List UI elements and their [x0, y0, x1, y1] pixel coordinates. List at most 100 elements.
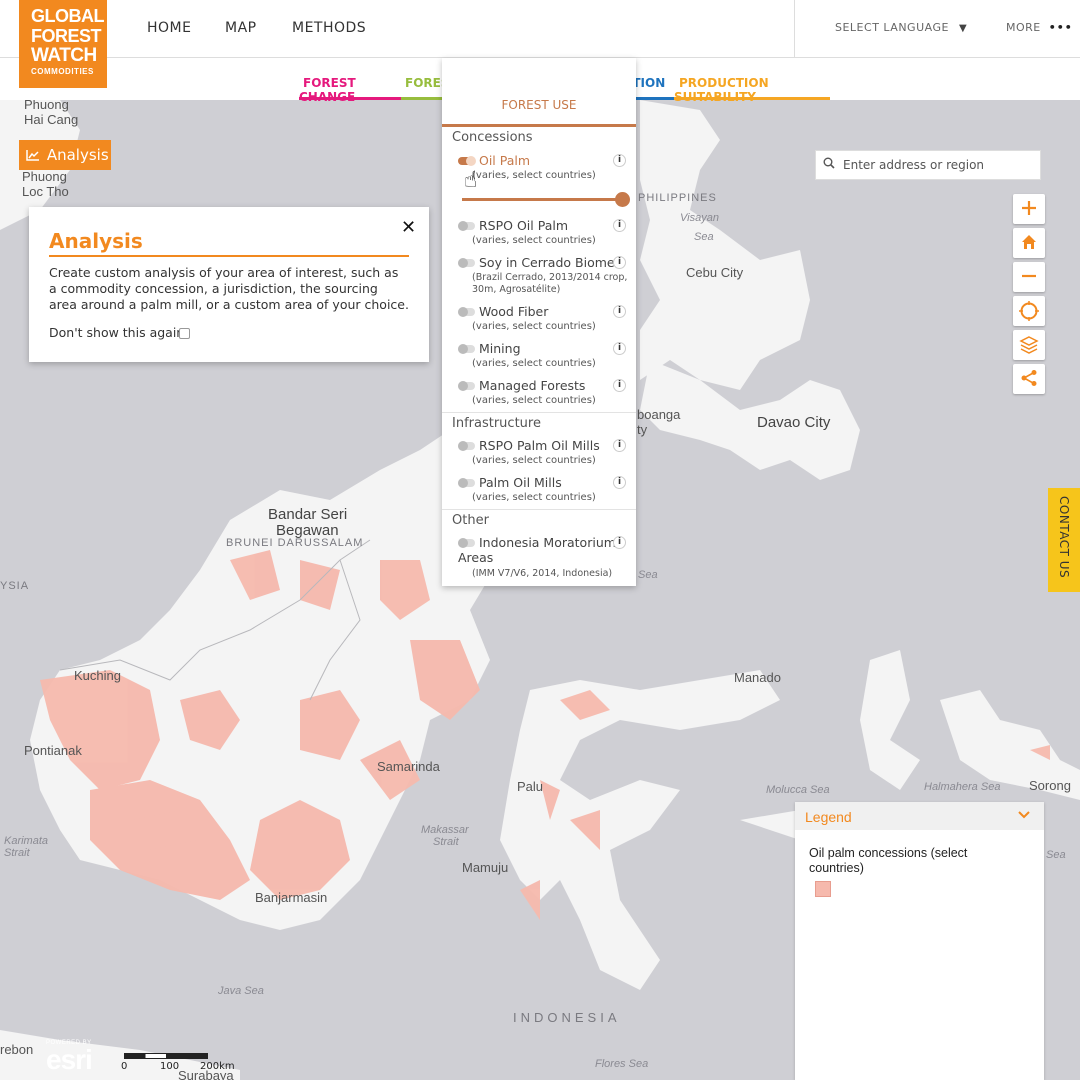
contact-us-tab[interactable]: CONTACT US: [1048, 488, 1080, 592]
layer-mining-name: Mining: [479, 341, 521, 356]
rspo-oil-palm-toggle[interactable]: [458, 221, 475, 231]
zoom-in-button[interactable]: [1013, 194, 1045, 224]
layer-palm-oil-mills[interactable]: Palm Oil Mills (varies, select countries…: [458, 475, 630, 509]
nav-map[interactable]: MAP: [225, 20, 257, 36]
rspo-palm-oil-mills-toggle[interactable]: [458, 441, 475, 451]
opacity-slider-handle[interactable]: [615, 192, 630, 207]
map-label-zamboanga: boanga ty: [637, 407, 681, 437]
map-label-molucca: Molucca Sea: [766, 784, 830, 796]
info-icon[interactable]: i: [613, 342, 626, 355]
managed-forests-toggle[interactable]: [458, 381, 475, 391]
soy-cerrado-toggle[interactable]: [458, 258, 475, 268]
layer-wood-fiber-sub: (varies, select countries): [472, 321, 596, 332]
layer-rspo-oil-palm-name: RSPO Oil Palm: [479, 218, 569, 233]
layer-indonesia-moratorium-sub: (IMM V7/V6, 2014, Indonesia): [472, 568, 613, 579]
legend-swatch-oil-palm: [815, 881, 831, 897]
layer-indonesia-moratorium-name: Indonesia Moratorium Areas: [458, 535, 616, 565]
info-icon[interactable]: i: [613, 219, 626, 232]
info-icon[interactable]: i: [613, 379, 626, 392]
hand-cursor-icon: ☝: [464, 168, 478, 193]
map-label-kuching: Kuching: [74, 668, 121, 683]
gfw-commodities-logo[interactable]: GLOBAL FOREST WATCH COMMODITIES: [19, 0, 107, 88]
map-label-palu: Palu: [517, 779, 544, 794]
select-language[interactable]: SELECT LANGUAGE ▼: [835, 21, 967, 34]
map-label-karimata: Karimata Strait: [4, 835, 49, 859]
tab-forest-use[interactable]: FOREST USE: [442, 98, 636, 112]
esri-logo[interactable]: POWERED BY esri: [46, 1040, 93, 1074]
layer-soy-cerrado[interactable]: Soy in Cerrado Biome (Brazil Cerrado, 20…: [458, 255, 630, 299]
dont-show-checkbox[interactable]: [179, 328, 190, 339]
analysis-popup-underline: [49, 255, 409, 257]
analysis-popup: Analysis ✕ Create custom analysis of you…: [29, 207, 429, 362]
layer-rspo-palm-oil-mills[interactable]: RSPO Palm Oil Mills (varies, select coun…: [458, 438, 630, 472]
layer-rspo-oil-palm-sub: (varies, select countries): [472, 235, 596, 246]
analysis-popup-title: Analysis: [49, 229, 143, 253]
map-label-philippines: PHILIPPINES: [638, 192, 717, 204]
mining-toggle[interactable]: [458, 344, 475, 354]
more-menu[interactable]: MORE •••: [1006, 21, 1073, 34]
layer-wood-fiber[interactable]: Wood Fiber (varies, select countries) i: [458, 304, 630, 338]
layers-button[interactable]: [1013, 330, 1045, 360]
tab-forest-cover-underline: [401, 97, 443, 100]
more-dots-icon: •••: [1048, 21, 1073, 34]
zoom-out-button[interactable]: [1013, 262, 1045, 292]
info-icon[interactable]: i: [613, 305, 626, 318]
map-label-celebes-sea: Sea: [638, 569, 658, 581]
layer-mining-sub: (varies, select countries): [472, 358, 596, 369]
share-button[interactable]: [1013, 364, 1045, 394]
tab-production-suitability[interactable]: PRODUCTION SUITABILITY: [674, 76, 830, 104]
close-icon[interactable]: ✕: [401, 217, 416, 238]
search-input[interactable]: [843, 156, 1033, 174]
info-icon[interactable]: i: [613, 154, 626, 167]
group-infrastructure: Infrastructure: [452, 416, 541, 431]
oil-palm-toggle[interactable]: [458, 156, 476, 166]
map-label-visayan-sea: Sea: [694, 231, 714, 243]
layer-oil-palm[interactable]: Oil Palm (varies, select countries) i: [458, 153, 630, 187]
info-icon[interactable]: i: [613, 476, 626, 489]
scale-label-0: 0: [121, 1061, 128, 1072]
indonesia-moratorium-toggle[interactable]: [458, 538, 475, 548]
map-label-flores: Flores Sea: [595, 1058, 649, 1070]
map-label-mamuju: Mamuju: [462, 860, 509, 875]
layer-managed-forests[interactable]: Managed Forests (varies, select countrie…: [458, 378, 630, 412]
chevron-down-icon[interactable]: [1017, 808, 1031, 822]
legend-panel: Legend Oil palm concessions (select coun…: [795, 802, 1044, 1080]
dont-show-label: Don't show this again: [49, 325, 185, 340]
map-label-indonesia: INDONESIA: [513, 1010, 621, 1025]
map-label-cebu: Cebu City: [686, 265, 744, 280]
info-icon[interactable]: i: [613, 256, 626, 269]
tab-forest-cover[interactable]: FOREST: [401, 76, 443, 100]
layer-mining[interactable]: Mining (varies, select countries) i: [458, 341, 630, 375]
layer-indonesia-moratorium[interactable]: Indonesia Moratorium Areas (IMM V7/V6, 20…: [458, 535, 630, 583]
nav-methods[interactable]: METHODS: [292, 20, 366, 36]
layer-rspo-oil-palm[interactable]: RSPO Oil Palm (varies, select countries)…: [458, 218, 630, 252]
wood-fiber-toggle[interactable]: [458, 307, 475, 317]
info-icon[interactable]: i: [613, 536, 626, 549]
locate-button[interactable]: [1013, 296, 1045, 326]
layers-icon: [1019, 336, 1039, 354]
home-button[interactable]: [1013, 228, 1045, 258]
group-separator: [442, 412, 636, 413]
locate-icon: [1019, 301, 1039, 321]
nav-home[interactable]: HOME: [147, 20, 191, 36]
scale-bar: 0 100 200km: [121, 1053, 235, 1072]
legend-header[interactable]: Legend: [795, 802, 1044, 830]
layer-rspo-palm-oil-mills-sub: (varies, select countries): [472, 455, 596, 466]
layer-oil-palm-name: Oil Palm: [479, 153, 531, 168]
select-language-label: SELECT LANGUAGE: [835, 21, 949, 34]
tab-forest-change[interactable]: FOREST CHANGE: [299, 76, 401, 104]
scale-label-200: 200km: [200, 1061, 235, 1072]
map-label-visayan: Visayan: [680, 212, 719, 224]
layer-oil-palm-sub: (varies, select countries): [472, 170, 596, 181]
layer-wood-fiber-name: Wood Fiber: [479, 304, 549, 319]
layer-soy-cerrado-sub: (Brazil Cerrado, 2013/2014 crop, 30m, Agr…: [472, 272, 628, 295]
info-icon[interactable]: i: [613, 439, 626, 452]
forest-use-underline: [442, 124, 636, 127]
analysis-button[interactable]: Analysis: [19, 140, 111, 170]
palm-oil-mills-toggle[interactable]: [458, 478, 475, 488]
opacity-slider[interactable]: [462, 192, 630, 207]
map-label-phuong-loc-tho: Phuong Loc Tho: [22, 169, 69, 199]
top-header: HOME MAP METHODS SELECT LANGUAGE ▼ MORE …: [0, 0, 1080, 58]
legend-title: Legend: [805, 809, 852, 825]
layer-palm-oil-mills-name: Palm Oil Mills: [479, 475, 562, 490]
